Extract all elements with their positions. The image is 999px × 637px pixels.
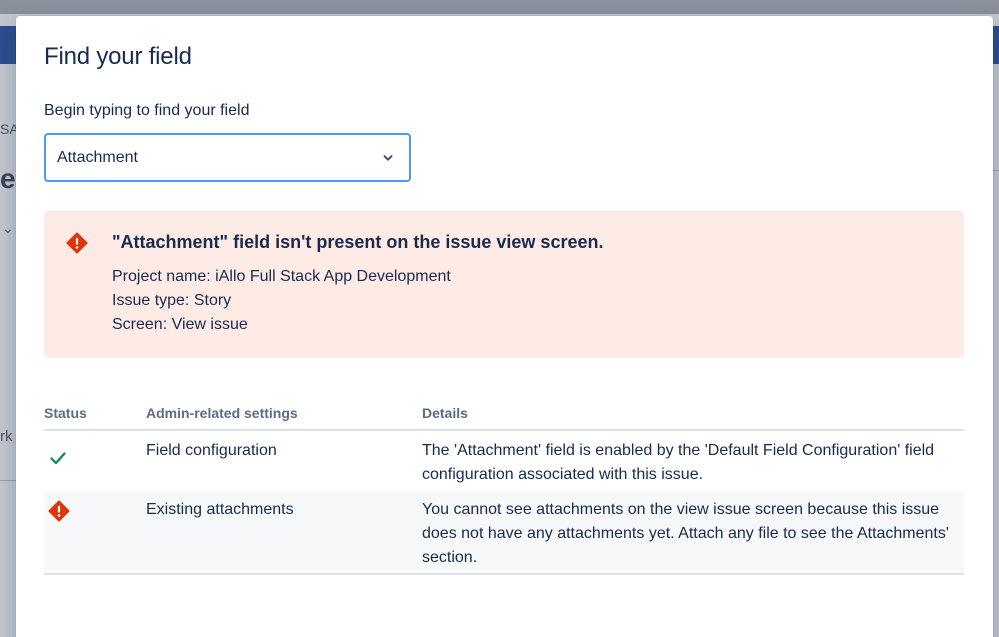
- banner-issue-type: Issue type: Story: [112, 292, 232, 309]
- table-row: Existing attachments You cannot see atta…: [44, 491, 964, 573]
- field-search-label: Begin typing to find your field: [44, 102, 250, 119]
- background-nav-bar: [0, 26, 16, 64]
- setting-details: You cannot see attachments on the view i…: [422, 501, 949, 566]
- setting-details: The 'Attachment' field is enabled by the…: [422, 442, 935, 483]
- banner-title: "Attachment" field isn't present on the …: [112, 232, 604, 252]
- check-icon: [50, 452, 66, 465]
- find-field-modal: Find your field Begin typing to find you…: [16, 16, 993, 637]
- column-header-status: Status: [44, 405, 87, 421]
- field-select[interactable]: Attachment: [44, 133, 411, 182]
- background-chevron-icon: ⌄: [2, 220, 14, 236]
- banner-project-name: Project name: iAllo Full Stack App Devel…: [112, 268, 451, 285]
- background-top-bar: [0, 0, 999, 14]
- background-divider: [0, 480, 16, 481]
- setting-name: Field configuration: [146, 442, 277, 459]
- error-icon: [48, 500, 70, 522]
- table-bottom-divider: [44, 573, 964, 575]
- background-fragment: e: [0, 163, 16, 194]
- chevron-down-icon: [383, 154, 393, 161]
- column-header-details: Details: [422, 405, 468, 421]
- background-fragment: rk: [0, 428, 13, 445]
- field-select-value: Attachment: [57, 148, 138, 166]
- setting-name: Existing attachments: [146, 501, 294, 518]
- table-row: Field configuration The 'Attachment' fie…: [44, 431, 964, 491]
- banner-screen: Screen: View issue: [112, 316, 248, 333]
- error-banner: "Attachment" field isn't present on the …: [44, 211, 964, 358]
- column-header-settings: Admin-related settings: [146, 405, 298, 421]
- error-icon: [66, 232, 88, 254]
- modal-title: Find your field: [44, 43, 192, 70]
